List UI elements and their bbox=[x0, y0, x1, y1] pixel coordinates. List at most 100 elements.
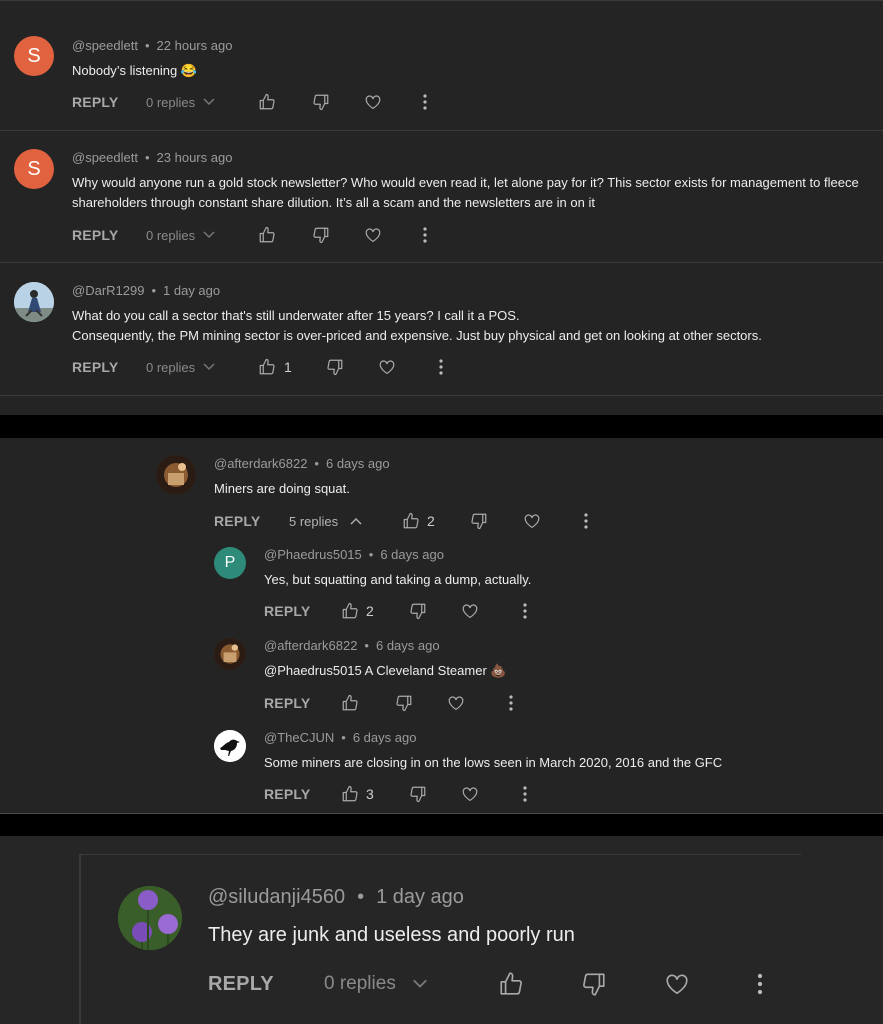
author-handle[interactable]: @speedlett bbox=[72, 150, 138, 165]
reply-button[interactable]: REPLY bbox=[264, 599, 310, 623]
reply-button[interactable]: REPLY bbox=[72, 355, 118, 379]
comment-meta: @TheCJUN • 6 days ago bbox=[264, 730, 417, 745]
replies-toggle[interactable]: 0 replies bbox=[146, 223, 215, 247]
reply-thecjun: @TheCJUN • 6 days ago Some miners are clos… bbox=[214, 730, 854, 810]
author-handle[interactable]: @speedlett bbox=[72, 38, 138, 53]
thumbs-up-icon[interactable] bbox=[402, 509, 420, 533]
thumbs-down-icon[interactable] bbox=[581, 967, 607, 1001]
reply-button[interactable]: REPLY bbox=[264, 691, 310, 715]
more-vertical-icon[interactable] bbox=[583, 509, 589, 533]
comment-age[interactable]: 22 hours ago bbox=[157, 38, 233, 53]
comment-age[interactable]: 6 days ago bbox=[326, 456, 390, 471]
more-vertical-icon[interactable] bbox=[522, 782, 528, 806]
comment-age[interactable]: 6 days ago bbox=[376, 638, 440, 653]
author-handle[interactable]: @DarR1299 bbox=[72, 283, 144, 298]
replies-toggle[interactable]: 5 replies bbox=[289, 509, 362, 533]
thumbs-up-icon[interactable] bbox=[341, 782, 359, 806]
avatar[interactable] bbox=[156, 455, 196, 495]
comment-age[interactable]: 1 day ago bbox=[376, 886, 464, 908]
thumbs-up-icon[interactable] bbox=[498, 967, 524, 1001]
author-handle[interactable]: @Phaedrus5015 bbox=[264, 547, 362, 562]
comment-meta: @speedlett • 23 hours ago bbox=[72, 150, 233, 165]
comment-actions: REPLY 2 bbox=[264, 599, 604, 623]
comment-meta: @DarR1299 • 1 day ago bbox=[72, 283, 221, 298]
heart-icon[interactable] bbox=[378, 355, 396, 379]
comment-meta: @afterdark6822 • 6 days ago bbox=[264, 638, 440, 653]
author-handle[interactable]: @afterdark6822 bbox=[214, 456, 307, 471]
reply-button[interactable]: REPLY bbox=[264, 782, 310, 806]
thread-line bbox=[79, 854, 81, 1024]
heart-icon[interactable] bbox=[447, 691, 465, 715]
more-vertical-icon[interactable] bbox=[522, 599, 528, 623]
more-vertical-icon[interactable] bbox=[756, 967, 764, 1001]
heart-icon[interactable] bbox=[461, 599, 479, 623]
avatar[interactable]: P bbox=[214, 547, 246, 579]
thumbs-up-icon[interactable] bbox=[341, 691, 359, 715]
replies-toggle[interactable]: 0 replies bbox=[146, 90, 215, 114]
comment-age[interactable]: 6 days ago bbox=[380, 547, 444, 562]
heart-icon[interactable] bbox=[461, 782, 479, 806]
thumbs-down-icon[interactable] bbox=[312, 90, 330, 114]
comment-age[interactable]: 23 hours ago bbox=[157, 150, 233, 165]
reply-button[interactable]: REPLY bbox=[208, 967, 274, 1001]
avatar[interactable] bbox=[14, 282, 54, 322]
comment-actions: REPLY 0 replies bbox=[72, 223, 492, 247]
thumbs-down-icon[interactable] bbox=[395, 691, 413, 715]
heart-icon[interactable] bbox=[523, 509, 541, 533]
author-handle[interactable]: @TheCJUN bbox=[264, 730, 334, 745]
avatar[interactable]: S bbox=[14, 36, 54, 76]
replies-toggle[interactable]: 0 replies bbox=[324, 967, 428, 1001]
thumbs-down-icon[interactable] bbox=[470, 509, 488, 533]
thumbs-up-icon[interactable] bbox=[258, 355, 276, 379]
comment-text-line-1: Why would anyone run a gold stock newsle… bbox=[72, 175, 859, 190]
comment-meta: @Phaedrus5015 • 6 days ago bbox=[264, 547, 444, 562]
comment-panel-zoomed: @siludanji4560 • 1 day ago They are junk a… bbox=[0, 836, 883, 1024]
divider bbox=[81, 854, 801, 855]
more-vertical-icon[interactable] bbox=[508, 691, 514, 715]
crow-icon bbox=[214, 730, 246, 762]
like-count: 2 bbox=[427, 513, 435, 529]
comment-panel-top: S @speedlett • 22 hours ago Nobody’s liste… bbox=[0, 0, 883, 415]
reply-afterdark6822: @afterdark6822 • 6 days ago @Phaedrus5015 … bbox=[214, 638, 854, 718]
comment-meta: @speedlett • 22 hours ago bbox=[72, 38, 233, 53]
thumbs-down-icon[interactable] bbox=[409, 599, 427, 623]
comment-speedlett-1: S @speedlett • 22 hours ago Nobody’s liste… bbox=[14, 36, 874, 116]
avatar[interactable] bbox=[118, 886, 182, 950]
chevron-down-icon bbox=[412, 979, 427, 988]
thumbs-up-icon[interactable] bbox=[341, 599, 359, 623]
author-handle[interactable]: @afterdark6822 bbox=[264, 638, 357, 653]
comment-actions: REPLY bbox=[264, 691, 604, 715]
thumbs-down-icon[interactable] bbox=[409, 782, 427, 806]
comment-age[interactable]: 6 days ago bbox=[353, 730, 417, 745]
divider bbox=[0, 130, 883, 131]
comment-speedlett-2: S @speedlett • 23 hours ago Why would anyo… bbox=[14, 149, 883, 249]
like-count: 3 bbox=[366, 786, 374, 802]
reply-button[interactable]: REPLY bbox=[72, 223, 118, 247]
like-count: 2 bbox=[366, 603, 374, 619]
comment-age[interactable]: 1 day ago bbox=[163, 283, 220, 298]
comment-text-line-2: shareholders through constant share dilu… bbox=[72, 195, 595, 210]
comment-panel-thread: @afterdark6822 • 6 days ago Miners are doi… bbox=[0, 438, 883, 814]
more-vertical-icon[interactable] bbox=[438, 355, 444, 379]
comment-actions: REPLY 0 replies bbox=[72, 90, 492, 114]
reply-button[interactable]: REPLY bbox=[214, 509, 260, 533]
thumbs-up-icon[interactable] bbox=[258, 223, 276, 247]
thumbs-up-icon[interactable] bbox=[258, 90, 276, 114]
avatar[interactable] bbox=[214, 730, 246, 762]
more-vertical-icon[interactable] bbox=[422, 90, 428, 114]
thumbs-down-icon[interactable] bbox=[312, 223, 330, 247]
more-vertical-icon[interactable] bbox=[422, 223, 428, 247]
comment-text-line-1: What do you call a sector that's still u… bbox=[72, 308, 520, 323]
reply-button[interactable]: REPLY bbox=[72, 90, 118, 114]
comment-text-line-2: Consequently, the PM mining sector is ov… bbox=[72, 328, 762, 343]
replies-toggle[interactable]: 0 replies bbox=[146, 355, 215, 379]
heart-icon[interactable] bbox=[664, 967, 690, 1001]
heart-icon[interactable] bbox=[364, 90, 382, 114]
author-handle[interactable]: @siludanji4560 bbox=[208, 886, 345, 908]
comment-siludanji4560: @siludanji4560 • 1 day ago They are junk a… bbox=[118, 886, 818, 1016]
avatar[interactable]: S bbox=[14, 149, 54, 189]
comment-darr1299: @DarR1299 • 1 day ago What do you call a s… bbox=[14, 282, 874, 382]
thumbs-down-icon[interactable] bbox=[326, 355, 344, 379]
heart-icon[interactable] bbox=[364, 223, 382, 247]
avatar[interactable] bbox=[214, 638, 246, 670]
